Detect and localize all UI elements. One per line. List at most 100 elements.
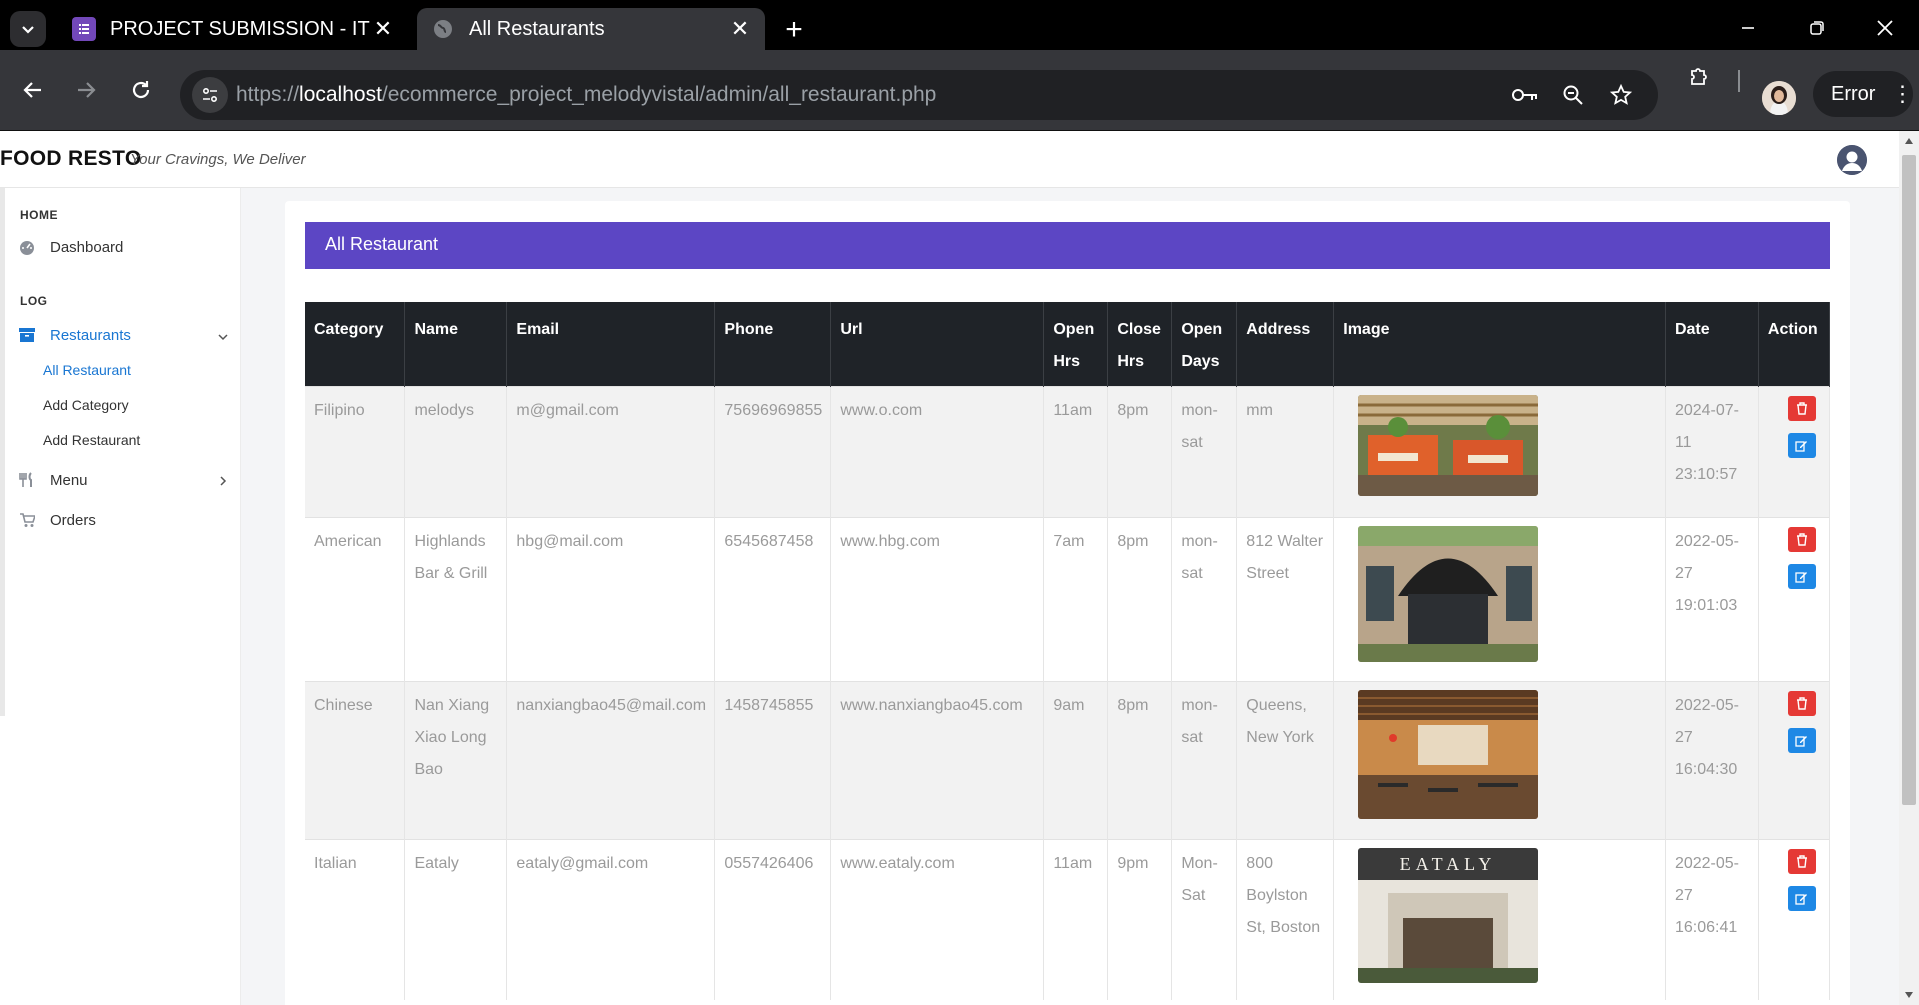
url-text[interactable]: https://localhost/ecommerce_project_melo… xyxy=(236,83,936,107)
cell-email: hbg@mail.com xyxy=(506,517,716,682)
tab-title: All Restaurants xyxy=(469,17,605,40)
column-header[interactable]: Image xyxy=(1333,302,1666,387)
more-vert-icon[interactable]: ⋮ xyxy=(1891,83,1913,105)
delete-button[interactable] xyxy=(1787,396,1816,421)
tab-search-button[interactable] xyxy=(10,11,46,47)
restore-icon xyxy=(1810,21,1824,35)
form-icon xyxy=(72,17,96,41)
edit-button[interactable] xyxy=(1787,886,1816,911)
sidebar-item-add-restaurant[interactable]: Add Restaurant xyxy=(43,432,140,448)
column-header[interactable]: Action xyxy=(1758,302,1831,387)
column-header[interactable]: Category xyxy=(305,302,406,387)
sidebar-item-menu[interactable]: Menu xyxy=(18,471,88,489)
sidebar-item-orders[interactable]: Orders xyxy=(18,511,96,529)
profile-error-button[interactable]: Error ⋮ xyxy=(1813,71,1913,117)
restaurant-image: EATALY xyxy=(1358,848,1539,983)
page-viewport: FOOD RESTO Your Cravings, We Deliver HOM… xyxy=(0,131,1899,1005)
minimize-icon xyxy=(1742,27,1754,29)
restaurants-table: Category Name Email Phone Url Open Hrs C… xyxy=(305,302,1831,1000)
cell-image xyxy=(1333,386,1666,518)
close-tab-icon[interactable]: ✕ xyxy=(727,16,753,42)
cell-email: eataly@gmail.com xyxy=(506,839,716,1000)
column-header[interactable]: Url xyxy=(830,302,1045,387)
scroll-up-icon[interactable] xyxy=(1904,137,1914,145)
reload-icon xyxy=(132,81,150,99)
chevron-down-icon[interactable] xyxy=(216,330,230,344)
cell-date: 2022-05-27 19:01:03 xyxy=(1665,517,1759,682)
sidebar-item-label: Orders xyxy=(50,511,96,529)
back-button[interactable] xyxy=(13,70,53,110)
edit-button[interactable] xyxy=(1787,728,1816,753)
cell-close-hrs: 9pm xyxy=(1107,839,1173,1000)
archive-icon xyxy=(18,326,36,344)
sidebar-item-restaurants[interactable]: Restaurants xyxy=(18,326,131,344)
card-header: All Restaurant xyxy=(305,222,1830,269)
arrow-left-icon xyxy=(23,82,41,98)
cell-url: www.hbg.com xyxy=(830,517,1045,682)
dashboard-icon xyxy=(18,238,36,256)
brand-logo[interactable]: FOOD RESTO xyxy=(0,147,141,171)
cell-close-hrs: 8pm xyxy=(1107,517,1173,682)
cell-name: Nan Xiang Xiao Long Bao xyxy=(404,681,508,840)
cell-open-days: mon-sat xyxy=(1171,681,1238,840)
cell-category: Filipino xyxy=(305,386,406,518)
new-tab-button[interactable]: + xyxy=(776,13,812,46)
chevron-right-icon[interactable] xyxy=(216,474,230,488)
trash-icon xyxy=(1796,402,1807,415)
edit-button[interactable] xyxy=(1787,564,1816,589)
bookmark-star-icon[interactable] xyxy=(1606,80,1636,110)
sidebar-item-add-category[interactable]: Add Category xyxy=(43,397,129,413)
chevron-down-icon xyxy=(22,26,34,34)
cell-address: mm xyxy=(1236,386,1335,518)
tab-project-submission[interactable]: PROJECT SUBMISSION - IT 107 ✕ xyxy=(58,8,408,50)
address-bar[interactable]: https://localhost/ecommerce_project_melo… xyxy=(180,70,1658,120)
cell-date: 2022-05-27 16:04:30 xyxy=(1665,681,1759,840)
minimize-button[interactable] xyxy=(1725,8,1771,48)
toolbar-divider xyxy=(1738,70,1740,92)
edit-button[interactable] xyxy=(1787,433,1816,458)
column-header[interactable]: Name xyxy=(404,302,508,387)
cell-close-hrs: 8pm xyxy=(1107,681,1173,840)
delete-button[interactable] xyxy=(1787,691,1816,716)
zoom-icon[interactable] xyxy=(1558,80,1588,110)
reload-button[interactable] xyxy=(121,70,161,110)
cell-name: melodys xyxy=(404,386,508,518)
site-info-icon[interactable] xyxy=(192,77,228,113)
arrow-right-icon xyxy=(78,82,96,98)
user-avatar-icon[interactable] xyxy=(1837,145,1867,175)
extensions-button[interactable] xyxy=(1680,56,1720,96)
table-row: American Highlands Bar & Grill hbg@mail.… xyxy=(305,517,1831,682)
sidebar-item-dashboard[interactable]: Dashboard xyxy=(18,238,123,256)
close-window-button[interactable] xyxy=(1862,8,1908,48)
column-header[interactable]: Date xyxy=(1665,302,1759,387)
tab-all-restaurants[interactable]: All Restaurants ✕ xyxy=(417,8,765,50)
table-row: Italian Eataly eataly@gmail.com 05574264… xyxy=(305,839,1831,1000)
cell-open-hrs: 11am xyxy=(1043,839,1109,1000)
cell-phone: 0557426406 xyxy=(714,839,832,1000)
delete-button[interactable] xyxy=(1787,527,1816,552)
column-header[interactable]: Close Hrs xyxy=(1107,302,1173,387)
cell-phone: 75696969855 xyxy=(714,386,832,518)
cell-image: EATALY xyxy=(1333,839,1666,1000)
sidebar-item-all-restaurant[interactable]: All Restaurant xyxy=(43,362,131,378)
forward-button[interactable] xyxy=(66,70,106,110)
scrollbar-thumb[interactable] xyxy=(1902,155,1916,805)
column-header[interactable]: Address xyxy=(1236,302,1335,387)
cell-category: American xyxy=(305,517,406,682)
column-header[interactable]: Phone xyxy=(714,302,832,387)
profile-avatar[interactable] xyxy=(1762,81,1796,115)
restore-button[interactable] xyxy=(1794,8,1840,48)
scroll-down-icon[interactable] xyxy=(1904,991,1914,999)
column-header[interactable]: Open Days xyxy=(1171,302,1238,387)
page-scrollbar[interactable] xyxy=(1899,131,1919,1005)
password-key-icon[interactable] xyxy=(1510,80,1540,110)
cell-open-hrs: 7am xyxy=(1043,517,1109,682)
column-header[interactable]: Email xyxy=(506,302,716,387)
cell-image xyxy=(1333,681,1666,840)
edit-icon xyxy=(1795,736,1808,747)
cell-phone: 1458745855 xyxy=(714,681,832,840)
cell-name: Highlands Bar & Grill xyxy=(404,517,508,682)
close-tab-icon[interactable]: ✕ xyxy=(370,16,396,42)
column-header[interactable]: Open Hrs xyxy=(1043,302,1109,387)
delete-button[interactable] xyxy=(1787,849,1816,874)
